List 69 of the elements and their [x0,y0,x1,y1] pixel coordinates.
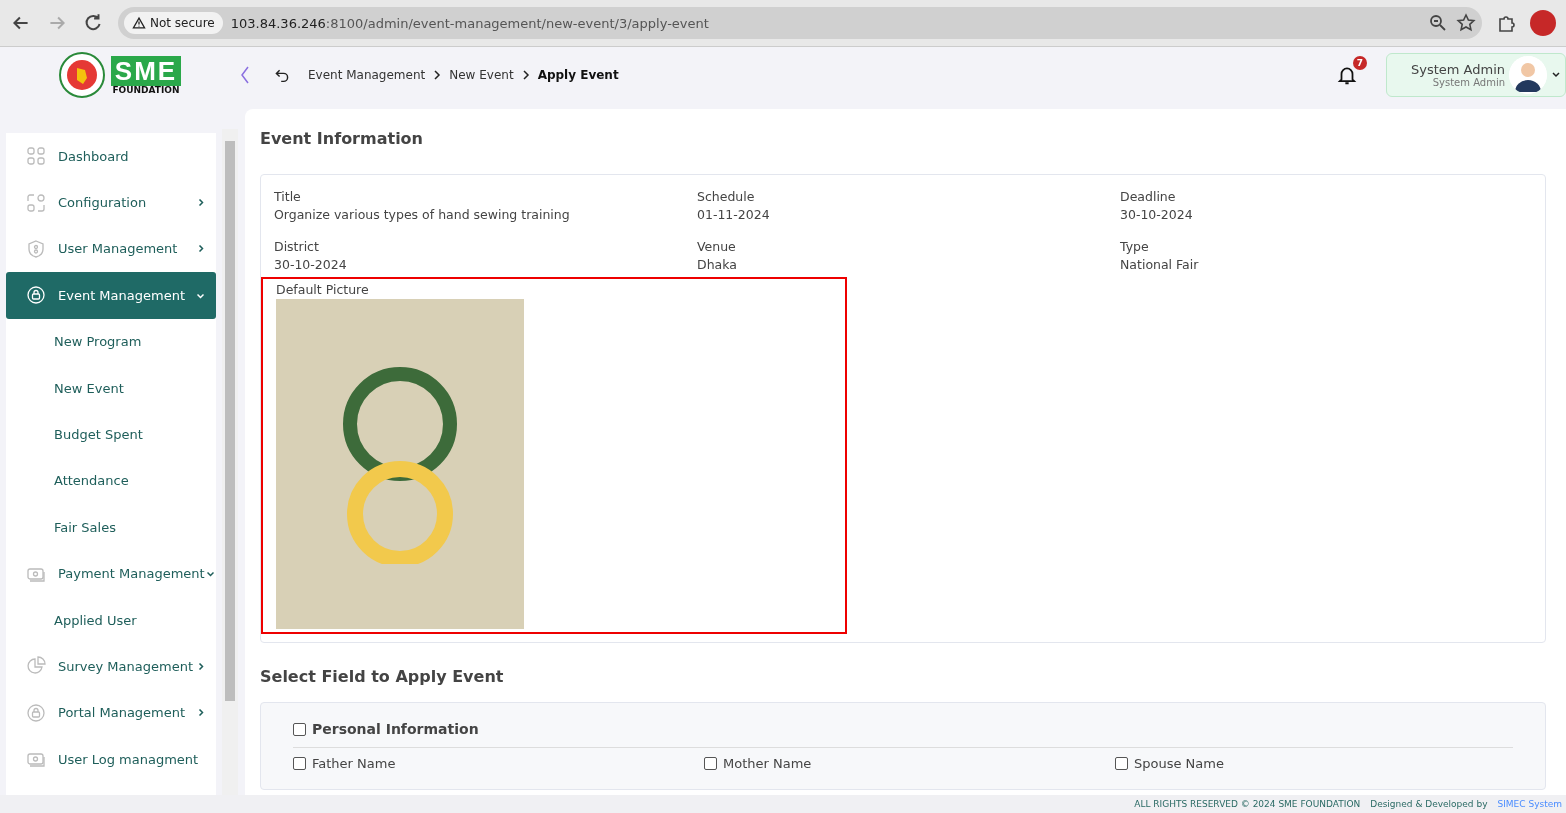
collapse-icon[interactable] [240,66,250,84]
zoom-icon[interactable] [1428,13,1448,33]
sidebar-subitem[interactable]: Attendance [6,457,216,505]
field-value: Dhaka [697,257,738,272]
checkbox[interactable] [704,757,717,770]
credit-text: Designed & Developed by [1370,799,1488,809]
section-heading: Select Field to Apply Event [260,667,505,686]
logo-text: SME [110,55,182,86]
sidebar-subitem[interactable]: Budget Spent [6,411,216,458]
caret-icon [1551,70,1561,80]
logo-subtext: FOUNDATION [112,85,180,95]
breadcrumb-link[interactable]: Apply Event [537,68,619,82]
scrollbar-thumb[interactable] [225,141,235,701]
sidebar-item[interactable]: Survey Management [6,643,216,690]
checkbox[interactable] [293,757,306,770]
checkbox-label: Father Name [312,756,396,771]
address-bar[interactable]: Not secure 103.84.36.246:8100/admin/event-management/new-event/3/apply-event [118,7,1482,39]
user-role: System Admin [1432,77,1505,88]
field-value: National Fair [1120,257,1200,272]
sidebar-subitem[interactable]: Fair Sales [6,504,216,551]
field-value: 01-11-2024 [697,207,771,222]
field-label: Title [274,189,302,204]
menu-icon [26,238,46,259]
sidebar-item[interactable]: Dashboard [6,133,216,180]
chevron-icon [433,70,442,80]
sidebar-item[interactable]: User Management [6,225,216,273]
sidebar-item[interactable]: Payment Management [6,550,216,597]
breadcrumb-link[interactable]: New Event [449,68,514,82]
checkbox-label: Personal Information [312,721,479,737]
checkbox[interactable] [293,722,306,736]
user-menu[interactable]: System Admin System Admin [1386,53,1566,97]
checkbox-label: Mother Name [723,756,812,771]
sidebar-subitem[interactable]: New Program [6,318,216,365]
checkbox[interactable] [1115,757,1128,770]
checkbox-label: Spouse Name [1134,756,1224,771]
user-name: System Admin [1410,62,1505,77]
menu-icon [26,285,46,306]
chevron-icon [521,70,530,80]
menu-icon [26,656,46,677]
field-label: Deadline [1120,189,1177,204]
sidebar-subitem[interactable]: New Event [6,364,216,412]
field-label: Default Picture [276,282,370,297]
star-icon[interactable] [1456,13,1476,33]
field-label: District [274,239,320,254]
field-label: Schedule [697,189,756,204]
copyright-text: ALL RIGHTS RESERVED © 2024 SME FOUNDATION [1134,799,1361,809]
sidebar-subitem[interactable]: Applied User [6,596,216,644]
menu-icon [26,192,46,213]
notification-badge: 7 [1353,56,1367,70]
sidebar-item[interactable]: Portal Management [6,689,216,737]
url-text: 103.84.36.246:8100/admin/event-management/new-event/3/apply-event [230,15,710,31]
puzzle-icon[interactable] [1496,13,1516,33]
section-heading: Event Information [260,129,424,148]
field-value: Organize various types of hand sewing training [274,207,571,222]
field-label: Type [1120,239,1150,254]
sidebar-item[interactable]: User Log managment [6,736,216,783]
sidebar-item[interactable]: Event Management [6,272,216,319]
field-value: 30-10-2024 [274,257,348,272]
field-label: Venue [697,239,737,254]
emblem-icon [58,52,105,98]
undo-icon[interactable] [274,67,290,83]
warning-icon [132,16,146,30]
sidebar-item[interactable]: Configuration [6,179,216,226]
security-chip[interactable]: Not secure [124,12,223,34]
field-value: 30-10-2024 [1120,207,1194,222]
menu-icon [26,702,46,723]
menu-icon [26,146,46,167]
profile-avatar[interactable] [1530,10,1556,36]
breadcrumb-link[interactable]: Event Management [308,68,426,82]
